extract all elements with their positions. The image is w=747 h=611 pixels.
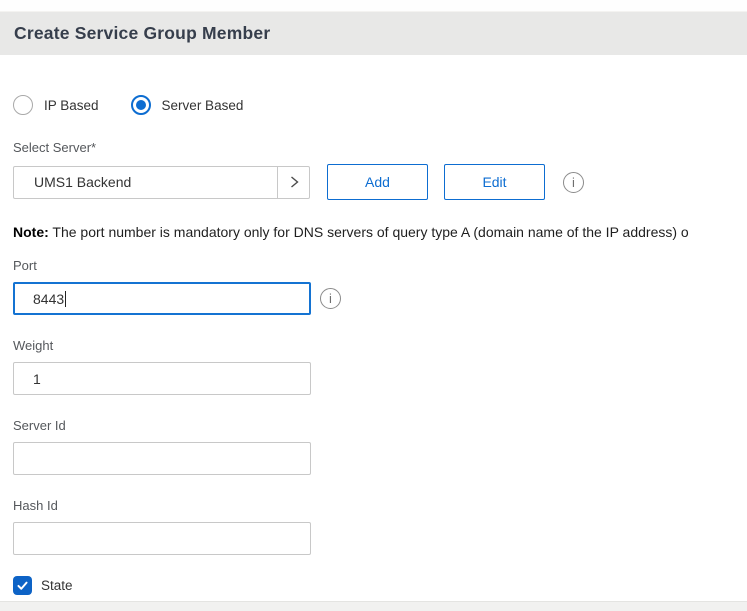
select-server-value: UMS1 Backend (34, 174, 131, 190)
edit-server-button[interactable]: Edit (444, 164, 545, 200)
radio-selected-icon[interactable] (131, 95, 151, 115)
radio-ip-based-label: IP Based (44, 98, 99, 113)
note-text: The port number is mandatory only for DN… (49, 224, 689, 240)
radio-unselected-icon[interactable] (13, 95, 33, 115)
port-value: 8443 (33, 291, 64, 307)
text-caret (65, 291, 66, 307)
chevron-right-icon (287, 175, 301, 189)
select-server-label: Select Server* (13, 140, 747, 155)
weight-input[interactable]: 1 (13, 362, 311, 395)
state-checkbox[interactable] (13, 576, 32, 595)
port-field-group: Port 8443 i (13, 258, 747, 315)
weight-value: 1 (33, 371, 41, 387)
port-row: 8443 i (13, 282, 747, 315)
open-server-picker-button[interactable] (278, 166, 310, 199)
radio-server-based[interactable]: Server Based (131, 95, 244, 115)
select-server-input[interactable]: UMS1 Backend (13, 166, 278, 199)
select-server-row: UMS1 Backend Add Edit i (13, 164, 747, 200)
info-icon[interactable]: i (320, 288, 341, 309)
state-checkbox-row: State (13, 576, 747, 595)
dialog-header: Create Service Group Member (0, 12, 747, 55)
page-title: Create Service Group Member (14, 23, 270, 44)
server-id-field-group: Server Id (13, 418, 747, 475)
port-label: Port (13, 258, 747, 273)
cropped-bottom-strip (0, 601, 747, 611)
port-note: Note: The port number is mandatory only … (13, 224, 747, 240)
server-id-input[interactable] (13, 442, 311, 475)
check-icon (16, 579, 29, 592)
weight-field-group: Weight 1 (13, 338, 747, 395)
hash-id-label: Hash Id (13, 498, 747, 513)
member-type-radio-group: IP Based Server Based (13, 95, 747, 115)
info-icon[interactable]: i (563, 172, 584, 193)
note-prefix: Note: (13, 224, 49, 240)
port-input[interactable]: 8443 (13, 282, 311, 315)
hash-id-input[interactable] (13, 522, 311, 555)
weight-label: Weight (13, 338, 747, 353)
server-id-label: Server Id (13, 418, 747, 433)
radio-server-based-label: Server Based (162, 98, 244, 113)
form-body: IP Based Server Based Select Server* UMS… (0, 55, 747, 595)
state-checkbox-label: State (41, 578, 73, 593)
add-server-button[interactable]: Add (327, 164, 428, 200)
hash-id-field-group: Hash Id (13, 498, 747, 555)
cropped-top-strip (0, 0, 747, 12)
radio-ip-based[interactable]: IP Based (13, 95, 99, 115)
